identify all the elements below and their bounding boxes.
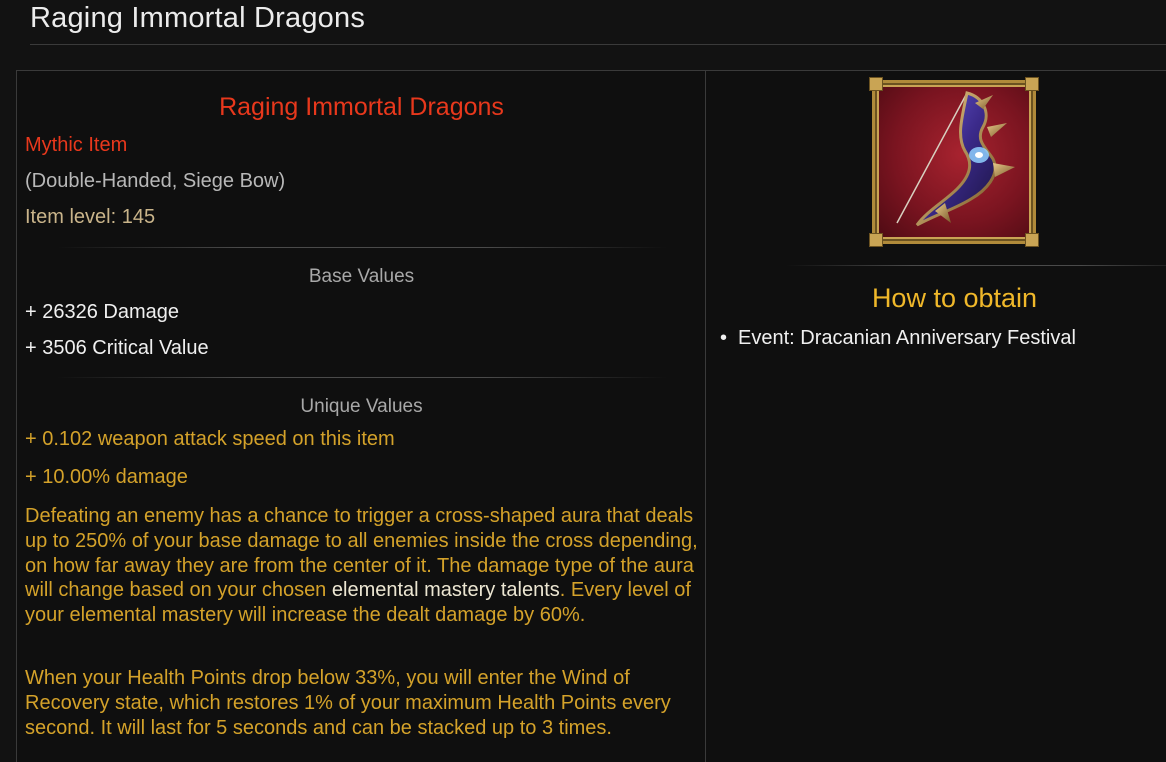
item-image-frame [869,77,1039,247]
item-side: How to obtain • Event: Dracanian Annivers… [706,71,1166,762]
unique-stat: + 0.102 weapon attack speed on this item [25,428,395,450]
elemental-mastery-link[interactable]: elemental mastery talents [332,579,560,601]
how-to-obtain-heading: How to obtain [871,283,1038,313]
unique-effect-description: When your Health Points drop below 33%, … [25,667,671,739]
divider [57,377,667,378]
unique-effect-description: Defeating an enemy has a chance to trigg… [25,504,701,628]
unique-values-heading: Unique Values [300,396,423,417]
item-panel: Raging Immortal Dragons Mythic Item (Dou… [16,70,1166,762]
title-divider [30,44,1166,45]
divider [786,265,1166,266]
item-name: Raging Immortal Dragons [219,93,504,121]
item-level: Item level: 145 [25,206,156,228]
obtain-source-item: • Event: Dracanian Anniversary Festival [720,325,1076,351]
divider [57,247,667,248]
page-title: Raging Immortal Dragons [30,2,366,34]
item-details: Raging Immortal Dragons Mythic Item (Dou… [17,71,706,762]
base-stat: + 3506 Critical Value [25,337,209,359]
item-rarity: Mythic Item [25,134,128,156]
base-stat: + 26326 Damage [25,301,180,323]
obtain-sources-list: • Event: Dracanian Anniversary Festival [720,325,1076,351]
obtain-source-text: Event: Dracanian Anniversary Festival [738,327,1076,349]
bullet-icon: • [720,327,728,349]
base-values-heading: Base Values [308,266,415,287]
siege-bow-icon [896,91,1015,227]
item-type: (Double-Handed, Siege Bow) [25,170,286,192]
unique-stat: + 10.00% damage [25,466,188,488]
